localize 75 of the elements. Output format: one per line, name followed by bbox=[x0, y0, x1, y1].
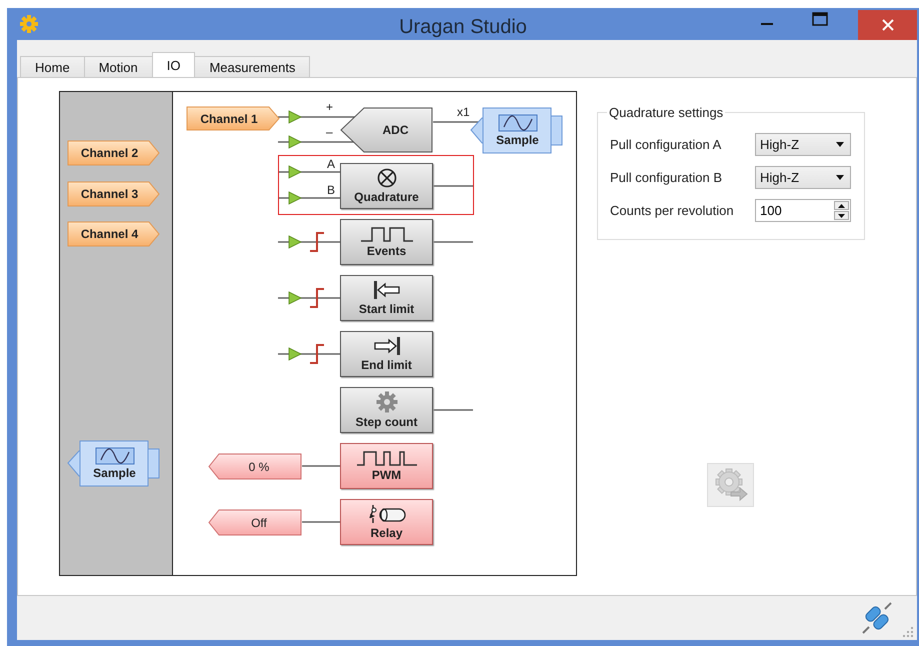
input-arrow-icon bbox=[288, 110, 302, 124]
arrow-to-bar-icon bbox=[372, 280, 402, 300]
tab[interactable]: IO bbox=[152, 52, 196, 77]
value-tag[interactable]: 0 % bbox=[208, 453, 302, 480]
tab[interactable]: Measurements bbox=[194, 56, 310, 77]
input-label: B bbox=[327, 183, 336, 197]
dropdown[interactable]: High-Z bbox=[755, 133, 851, 156]
dropdown[interactable]: High-Z bbox=[755, 166, 851, 189]
channel-tag[interactable]: Channel 1 bbox=[186, 106, 280, 131]
field-label: Pull configuration A bbox=[610, 137, 722, 152]
relay-switch-icon bbox=[366, 504, 406, 524]
function-block[interactable]: Step count bbox=[340, 387, 433, 433]
input-label: A bbox=[327, 157, 336, 171]
up-arrow-icon bbox=[838, 204, 845, 208]
input-arrow-icon bbox=[288, 291, 302, 305]
sine-wave-icon bbox=[94, 447, 134, 465]
wire bbox=[278, 171, 340, 173]
function-block[interactable]: Events bbox=[340, 219, 433, 265]
circled-x-icon bbox=[376, 168, 396, 188]
down-arrow-icon bbox=[838, 214, 845, 218]
rising-edge-icon bbox=[310, 344, 324, 364]
input-arrow-icon bbox=[288, 347, 302, 361]
gear-icon bbox=[20, 15, 38, 33]
function-block[interactable]: End limit bbox=[340, 331, 433, 377]
value-tag[interactable]: Off bbox=[208, 509, 302, 536]
wire bbox=[278, 197, 340, 199]
increment-button[interactable] bbox=[834, 201, 849, 210]
wire bbox=[433, 409, 473, 411]
wire bbox=[278, 297, 340, 299]
gear-icon bbox=[376, 391, 398, 413]
spin-box[interactable]: 100 bbox=[755, 199, 851, 222]
decrement-button[interactable] bbox=[834, 211, 849, 220]
input-arrow-icon bbox=[288, 235, 302, 249]
gear-arrow-icon bbox=[712, 468, 748, 502]
sine-wave-icon bbox=[498, 114, 538, 132]
close-button[interactable] bbox=[858, 10, 917, 40]
group-title: Quadrature settings bbox=[608, 105, 724, 120]
minimize-icon bbox=[760, 23, 772, 25]
tab[interactable]: Home bbox=[20, 56, 85, 77]
arrow-to-bar-icon bbox=[372, 336, 402, 356]
input-arrow-icon bbox=[288, 135, 302, 149]
input-arrow-icon bbox=[288, 165, 302, 179]
wire bbox=[433, 185, 473, 187]
gain-label: x1 bbox=[457, 105, 470, 119]
close-icon bbox=[882, 19, 894, 31]
input-arrow-icon bbox=[288, 191, 302, 205]
field-label: Pull configuration B bbox=[610, 170, 724, 185]
rising-edge-icon bbox=[310, 232, 324, 252]
resize-grip-icon bbox=[903, 627, 913, 637]
wire bbox=[433, 241, 473, 243]
maximize-icon bbox=[812, 12, 828, 26]
field-label: Counts per revolution bbox=[610, 203, 735, 218]
wire bbox=[278, 353, 340, 355]
function-block[interactable]: Relay bbox=[340, 499, 433, 545]
function-block[interactable]: PWM bbox=[340, 443, 433, 489]
plug-icon bbox=[861, 601, 893, 635]
wire bbox=[278, 241, 340, 243]
wire bbox=[433, 121, 480, 123]
input-label: + bbox=[326, 100, 334, 114]
channel-tag[interactable]: Channel 3 bbox=[67, 180, 160, 206]
square-wave-icon bbox=[360, 226, 414, 242]
rising-edge-icon bbox=[310, 288, 324, 308]
pulse-wave-icon bbox=[356, 450, 418, 466]
function-block[interactable]: Quadrature bbox=[340, 163, 433, 209]
wire bbox=[302, 465, 340, 467]
channel-tag[interactable]: Channel 2 bbox=[67, 140, 160, 166]
caret-icon bbox=[836, 142, 844, 147]
window-title: Uragan Studio bbox=[398, 16, 528, 39]
function-block[interactable]: Start limit bbox=[340, 275, 433, 321]
channel-tag[interactable]: Channel 4 bbox=[67, 221, 160, 247]
input-label: – bbox=[326, 125, 333, 139]
caret-icon bbox=[836, 175, 844, 180]
wire bbox=[302, 521, 340, 523]
adc-block[interactable]: ADC bbox=[340, 107, 433, 153]
tab[interactable]: Motion bbox=[84, 56, 153, 77]
